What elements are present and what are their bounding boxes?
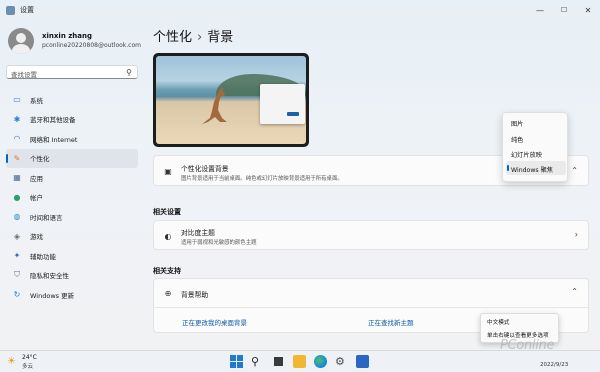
sidebar-item-1[interactable]: ✱ 蓝牙和其他设备	[6, 110, 138, 130]
contrast-subtitle: 适用于弱视和光敏感的颜色主题	[181, 240, 257, 246]
sidebar-item-label: Windows 更新	[30, 291, 75, 300]
find-theme-link[interactable]: 正在查找新主题	[368, 317, 414, 327]
change-background-link[interactable]: 正在更改我的桌面背景	[182, 317, 247, 327]
sidebar-item-5[interactable]: ● 帐户	[6, 188, 138, 208]
divider	[154, 307, 588, 308]
start-icon[interactable]	[230, 355, 243, 368]
user-name: xinxin zhang	[42, 32, 93, 40]
globe-clock-icon: ◍	[13, 212, 21, 222]
chevron-up-icon[interactable]: ⌃	[571, 287, 578, 296]
search-placeholder: 查找设置	[11, 71, 37, 79]
sidebar-nav: ▭ 系统 ✱ 蓝牙和其他设备 ◠ 网络和 Internet ✎ 个性化 ▦ 应用 ● 帐户 ◍ 时间和语言…	[6, 90, 138, 305]
contrast-title: 对比度主题	[181, 229, 215, 237]
background-subtitle: 图片背景适用于当前桌面。纯色或幻灯片放映背景适用于所有桌面。	[181, 176, 343, 182]
breadcrumb-separator: ›	[197, 30, 203, 45]
settings-app-icon	[6, 6, 15, 15]
chevron-up-icon[interactable]: ⌃	[571, 166, 578, 175]
sidebar-item-label: 时间和语言	[30, 213, 63, 222]
search-icon[interactable]: ⚲	[251, 355, 264, 368]
close-button[interactable]: ✕	[576, 0, 600, 20]
breadcrumb-parent[interactable]: 个性化	[153, 30, 192, 45]
window-title: 设置	[20, 6, 34, 14]
kangaroo-image	[202, 87, 227, 124]
watermark-logo: PConline	[500, 338, 555, 353]
sidebar-item-9[interactable]: ⛉ 隐私和安全性	[6, 266, 138, 286]
sidebar-item-2[interactable]: ◠ 网络和 Internet	[6, 129, 138, 149]
maximize-button[interactable]: ☐	[552, 0, 576, 20]
sidebar-item-8[interactable]: ✦ 辅助功能	[6, 246, 138, 266]
weather-temperature[interactable]: 24°C	[22, 354, 37, 361]
sidebar-item-4[interactable]: ▦ 应用	[6, 168, 138, 188]
desktop-preview	[153, 53, 309, 147]
sidebar-item-7[interactable]: ◈ 游戏	[6, 227, 138, 247]
image-icon: ▣	[164, 166, 172, 176]
brush-icon: ✎	[13, 153, 21, 163]
weather-description[interactable]: 多云	[22, 362, 33, 370]
related-settings-heading: 相关设置	[153, 208, 181, 216]
search-input[interactable]: 查找设置 ⚲	[6, 65, 138, 79]
contrast-theme-card[interactable]: ◐ 对比度主题 适用于弱视和光敏感的颜色主题 ›	[153, 220, 589, 250]
file-explorer-icon[interactable]	[293, 355, 306, 368]
gamepad-icon: ◈	[13, 231, 21, 241]
sidebar: xinxin zhang pconline20220808@outlook.co…	[0, 20, 146, 350]
store-icon[interactable]	[356, 355, 369, 368]
title-bar: 设置 — ☐ ✕	[0, 0, 600, 20]
dropdown-option-slideshow[interactable]: 幻灯片放映	[511, 150, 542, 159]
page-title: 背景	[207, 30, 234, 45]
context-item-chinese-mode[interactable]: 中文模式	[487, 318, 509, 326]
tray-date[interactable]: 2022/9/23	[540, 362, 568, 368]
weather-sun-icon[interactable]: ☀	[7, 356, 16, 367]
sidebar-item-label: 辅助功能	[30, 252, 56, 261]
sidebar-item-label: 隐私和安全性	[30, 272, 69, 281]
dropdown-option-solid[interactable]: 纯色	[511, 135, 523, 144]
sidebar-item-10[interactable]: ↻ Windows 更新	[6, 285, 138, 305]
sidebar-item-label: 蓝牙和其他设备	[30, 116, 76, 125]
globe-icon: ⊕	[164, 288, 172, 298]
bluetooth-icon: ✱	[13, 114, 21, 124]
sidebar-item-6[interactable]: ◍ 时间和语言	[6, 207, 138, 227]
sidebar-item-3[interactable]: ✎ 个性化	[6, 148, 138, 168]
search-icon[interactable]: ⚲	[126, 68, 132, 77]
sidebar-item-label: 系统	[30, 96, 43, 105]
main-content: 个性化 › 背景 ▣ 个性化设置背景 图片背景适用于当前桌面。纯色或幻灯片放映背景适…	[153, 20, 593, 350]
wifi-icon: ◠	[13, 134, 21, 144]
background-title: 个性化设置背景	[181, 165, 229, 173]
task-view-icon[interactable]	[272, 355, 285, 368]
sidebar-item-0[interactable]: ▭ 系统	[6, 90, 138, 110]
dropdown-option-picture[interactable]: 图片	[511, 119, 523, 128]
sidebar-item-label: 网络和 Internet	[30, 135, 78, 144]
sidebar-item-label: 应用	[30, 174, 43, 183]
apps-icon: ▦	[13, 173, 21, 183]
shield-icon: ⛉	[14, 270, 20, 280]
monitor-icon: ▭	[13, 95, 21, 105]
preview-wallpaper	[156, 56, 306, 144]
breadcrumb: 个性化 › 背景	[153, 26, 233, 45]
avatar[interactable]	[8, 28, 34, 54]
minimize-button[interactable]: —	[528, 0, 552, 20]
edge-browser-icon[interactable]	[314, 355, 327, 368]
taskbar: ☀ 24°C 多云 ⚲ ⚙ 2022/9/23	[0, 350, 600, 372]
background-type-dropdown[interactable]: 图片 纯色 幻灯片放映 Windows 聚焦	[502, 112, 568, 182]
accessibility-icon: ✦	[13, 251, 21, 261]
sidebar-item-label: 帐户	[30, 194, 43, 203]
dropdown-option-spotlight[interactable]: Windows 聚焦	[511, 165, 553, 174]
update-icon: ↻	[13, 290, 21, 300]
preview-window	[260, 84, 305, 124]
person-icon: ●	[13, 192, 21, 202]
sidebar-item-label: 个性化	[30, 155, 50, 164]
related-support-heading: 相关支持	[153, 267, 181, 275]
help-title[interactable]: 背景帮助	[181, 289, 208, 299]
user-email: pconline20220808@outlook.com	[42, 42, 141, 49]
chevron-right-icon[interactable]: ›	[575, 230, 578, 239]
contrast-icon: ◐	[164, 231, 172, 241]
settings-gear-icon[interactable]: ⚙	[335, 355, 348, 368]
sidebar-item-label: 游戏	[30, 233, 43, 242]
